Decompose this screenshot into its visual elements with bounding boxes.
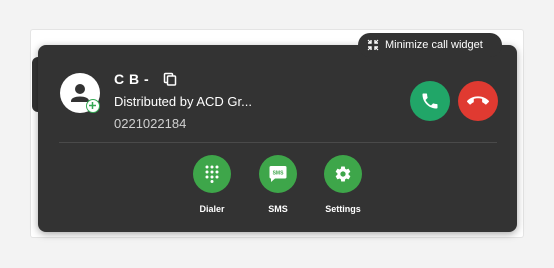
minimize-icon xyxy=(367,39,379,51)
dialer-circle[interactable] xyxy=(193,155,231,193)
dialer-button[interactable]: Dialer xyxy=(182,155,242,214)
copy-icon[interactable] xyxy=(163,72,177,86)
settings-label: Settings xyxy=(325,204,361,214)
sms-icon-text: SMS xyxy=(273,171,285,177)
dialpad-icon xyxy=(205,165,219,183)
sms-button[interactable]: SMS SMS xyxy=(248,155,308,214)
hang-up-button[interactable] xyxy=(458,81,498,121)
add-contact-icon[interactable] xyxy=(86,99,100,113)
answer-call-button[interactable] xyxy=(410,81,450,121)
phone-hangup-icon xyxy=(467,96,489,105)
sms-icon: SMS xyxy=(269,166,287,182)
contact-name: C B - xyxy=(114,71,150,87)
settings-button[interactable]: Settings xyxy=(313,155,373,214)
minimize-label: Minimize call widget xyxy=(385,39,483,51)
sms-circle[interactable]: SMS xyxy=(259,155,297,193)
divider xyxy=(59,142,497,143)
gear-icon xyxy=(335,166,351,182)
dialer-label: Dialer xyxy=(199,204,225,214)
contact-number: 0221022184 xyxy=(114,116,187,131)
settings-circle[interactable] xyxy=(324,155,362,193)
contact-company: Distributed by ACD Gr... xyxy=(114,94,252,109)
sms-label: SMS xyxy=(268,204,288,214)
minimize-call-widget-button[interactable]: Minimize call widget xyxy=(358,33,502,57)
phone-icon xyxy=(422,93,438,109)
